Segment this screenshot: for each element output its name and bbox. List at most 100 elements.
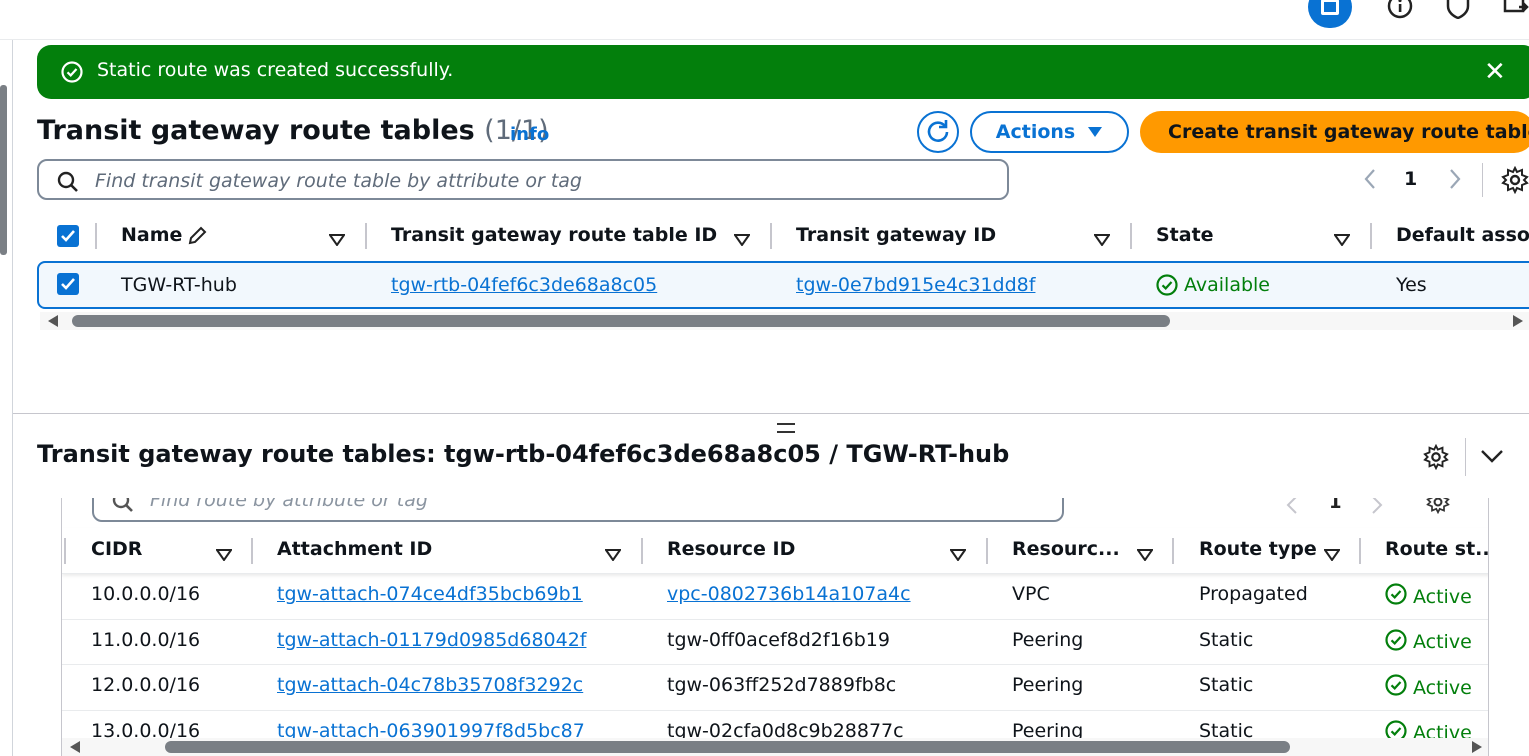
column-header-gateway-id[interactable]: Transit gateway ID [796,224,996,246]
gateway-id-link[interactable]: tgw-0e7bd915e4c31dd8f [796,274,1035,296]
scroll-right-icon[interactable] [1513,315,1523,327]
top-toolbar [0,0,1529,40]
routes-table-body: 10.0.0.0/16 tgw-attach-074ce4df35bcb69b1 v… [62,574,1488,756]
divider [1465,438,1466,476]
column-header-route-state[interactable]: Route st... [1385,538,1488,560]
column-divider [641,538,643,564]
default-assoc-value: Yes [1396,274,1427,296]
scroll-right-icon[interactable] [1472,741,1482,753]
column-header-default-assoc[interactable]: Default assoc [1396,224,1529,246]
column-header-name[interactable]: Name [121,224,182,246]
sort-icon[interactable] [1333,229,1351,251]
panel-toggle-icon[interactable] [1308,0,1352,28]
route-type: Static [1199,674,1254,696]
resource-id: tgw-063ff252d7889fb8c [667,674,897,696]
split-panel-divider [13,413,1529,414]
column-divider [986,538,988,564]
sort-icon[interactable] [1323,544,1341,566]
table-row[interactable]: TGW-RT-hub tgw-rtb-04fef6c3de68a8c05 tgw… [37,261,1529,309]
table-horizontal-scrollbar[interactable] [40,312,1529,330]
search-placeholder: Find transit gateway route table by attr… [95,170,582,192]
sort-icon[interactable] [1136,544,1154,566]
column-header-route-table-id[interactable]: Transit gateway route table ID [391,224,717,246]
route-table-id-link[interactable]: tgw-rtb-04fef6c3de68a8c05 [391,274,657,296]
attachment-id-link[interactable]: tgw-attach-074ce4df35bcb69b1 [277,583,583,605]
actions-label: Actions [995,121,1076,143]
resource-type: VPC [1012,583,1050,605]
column-divider [1172,538,1174,564]
route-row: 11.0.0.0/16 tgw-attach-01179d0985d68042f t… [62,620,1488,665]
actions-dropdown-button[interactable]: Actions [970,111,1129,153]
active-check-icon [1385,583,1407,610]
column-divider [251,538,253,564]
scroll-left-icon[interactable] [48,315,58,327]
resource-type: Peering [1012,674,1084,696]
scrollbar-thumb[interactable] [165,741,1290,753]
preferences-gear-icon[interactable] [1501,165,1529,198]
refresh-icon [927,120,949,142]
current-page-number[interactable]: 1 [1404,168,1417,190]
create-route-table-button[interactable]: Create transit gateway route table [1140,111,1529,153]
edit-pencil-icon [187,226,207,251]
route-row: 10.0.0.0/16 tgw-attach-074ce4df35bcb69b1 v… [62,574,1488,620]
page-scrollbar[interactable] [0,40,13,756]
collapse-chevron-icon[interactable] [1480,448,1504,468]
column-divider [1359,538,1361,564]
search-icon [112,498,134,517]
page-title-text: Transit gateway route tables [37,115,475,146]
scroll-left-icon[interactable] [70,741,80,753]
routes-gear-icon[interactable] [1426,498,1450,519]
info-link[interactable]: info [510,124,549,145]
row-checkbox[interactable] [57,273,79,295]
routes-horizontal-scrollbar[interactable] [62,738,1488,756]
route-search-input[interactable]: Find route by attribute or tag [92,498,1064,522]
attachment-id-link[interactable]: tgw-attach-04c78b35708f3292c [277,674,583,696]
route-state: Active [1385,674,1472,701]
attachment-id-link[interactable]: tgw-attach-01179d0985d68042f [277,629,586,651]
shield-icon[interactable] [1444,0,1472,20]
column-header-resource-type[interactable]: Resourc... [1012,538,1120,560]
scrollbar-thumb[interactable] [72,315,1170,327]
route-cidr: 11.0.0.0/16 [91,628,201,651]
refresh-button[interactable] [917,111,959,153]
previous-page-icon[interactable] [1361,168,1379,194]
column-header-resource-id[interactable]: Resource ID [667,538,795,560]
sort-icon[interactable] [949,544,967,566]
state-label: Available [1184,274,1271,296]
resource-type: Peering [1012,628,1084,651]
route-type: Static [1199,628,1254,651]
select-all-checkbox[interactable] [57,225,79,247]
page-title: Transit gateway route tables (1/1) [37,115,549,146]
search-icon [57,171,79,197]
details-title: Transit gateway route tables: tgw-rtb-04… [37,440,1010,468]
column-header-cidr[interactable]: CIDR [91,538,142,560]
column-divider [365,223,367,249]
next-page-icon[interactable] [1446,168,1464,194]
sort-icon[interactable] [733,229,751,251]
sort-icon[interactable] [1093,229,1111,251]
column-divider [770,223,772,249]
sort-icon[interactable] [328,229,346,251]
routes-current-page[interactable]: 1 [1329,498,1342,513]
split-panel-gear-icon[interactable] [1423,443,1449,474]
info-circle-icon[interactable] [1386,0,1414,20]
next-page-icon[interactable] [1369,498,1385,520]
flash-close-button[interactable]: ✕ [1484,59,1506,85]
route-state: Active [1385,583,1472,610]
sort-icon[interactable] [604,544,622,566]
screen-share-icon[interactable] [1502,0,1529,20]
route-cidr: 10.0.0.0/16 [91,583,201,605]
page-scrollbar-thumb[interactable] [0,85,7,255]
resource-id-link[interactable]: vpc-0802736b14a107a4c [667,583,911,605]
column-header-state[interactable]: State [1156,224,1214,246]
state-status: Available [1156,274,1270,296]
route-table-search-input[interactable]: Find transit gateway route table by attr… [37,159,1009,200]
split-panel-resize-handle[interactable] [777,423,795,433]
column-header-route-type[interactable]: Route type [1199,538,1317,560]
sort-icon[interactable] [215,544,233,566]
route-cidr: 12.0.0.0/16 [91,674,201,696]
previous-page-icon[interactable] [1284,498,1300,520]
column-header-attachment-id[interactable]: Attachment ID [277,538,432,560]
resource-id: tgw-0ff0acef8d2f16b19 [667,628,890,651]
success-check-icon [61,61,83,87]
